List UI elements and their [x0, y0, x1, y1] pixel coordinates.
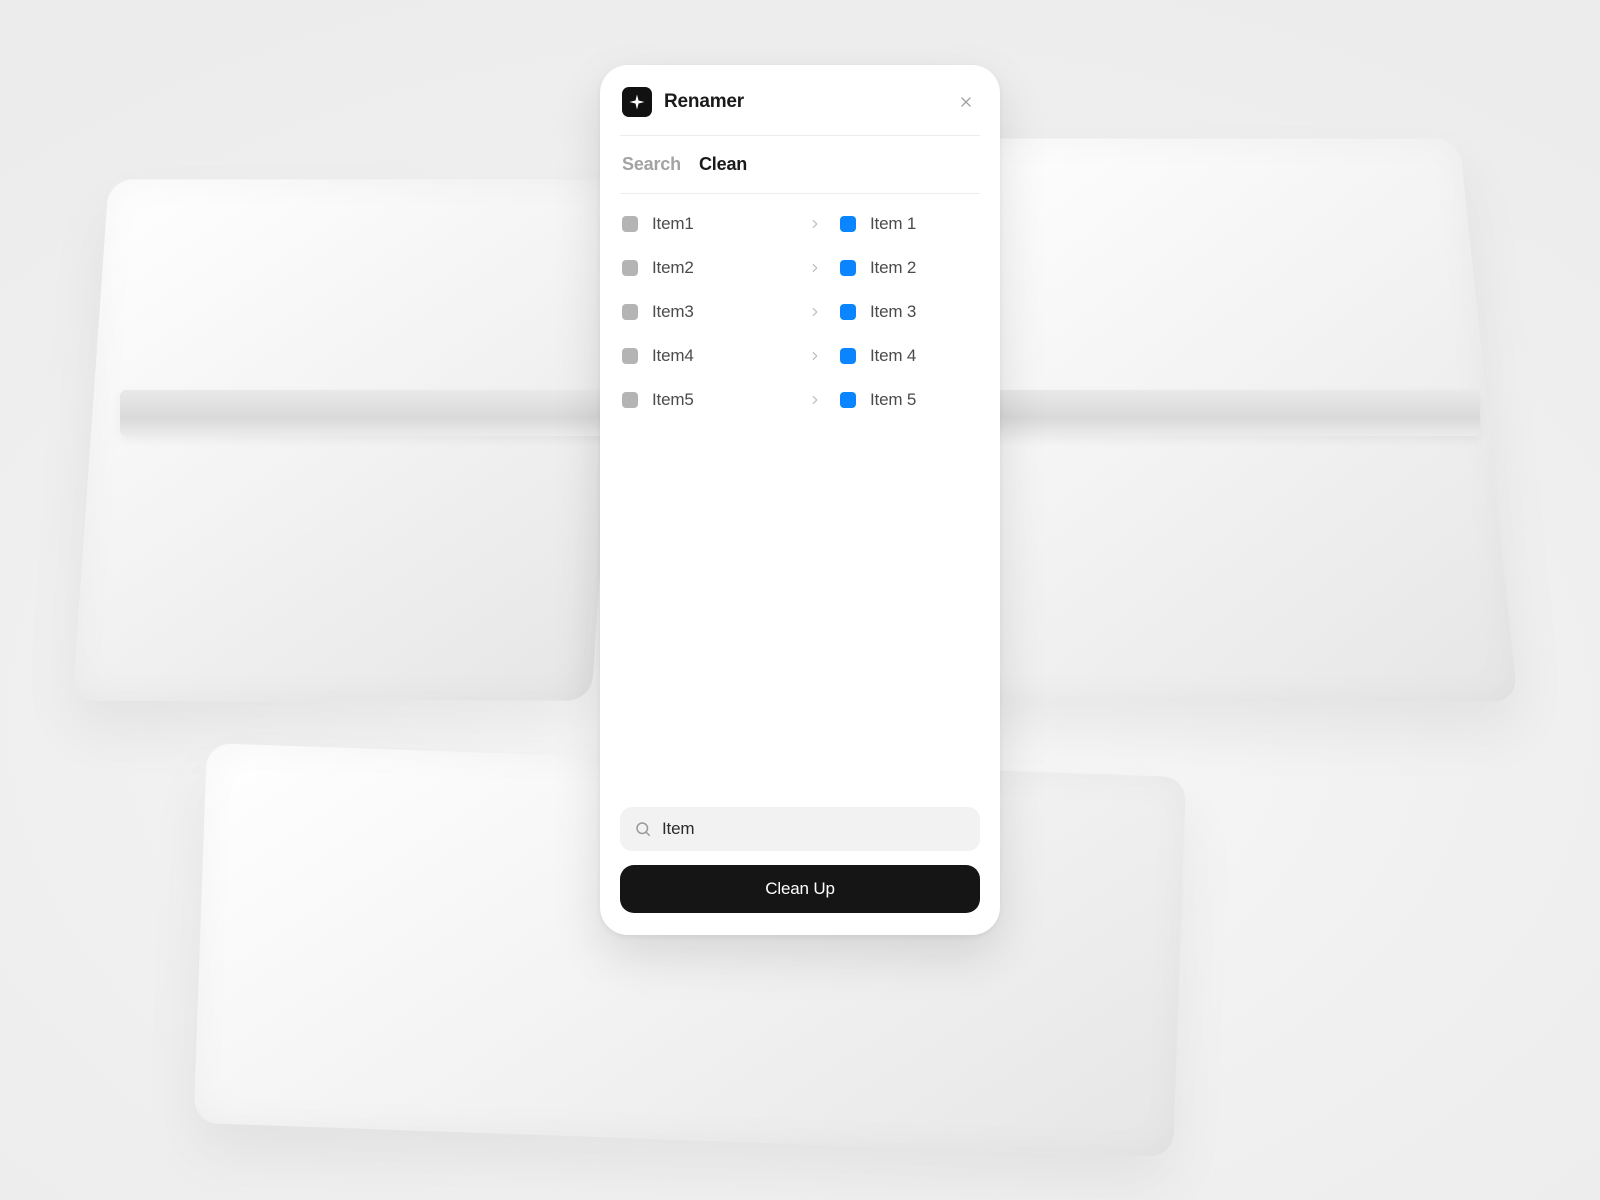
renamed-swatch-icon	[840, 392, 856, 408]
chevron-right-icon	[808, 349, 822, 363]
original-swatch-icon	[622, 260, 638, 276]
original-swatch-icon	[622, 348, 638, 364]
original-swatch-icon	[622, 392, 638, 408]
list-item: Item5 Item 5	[622, 390, 978, 410]
list-item: Item2 Item 2	[622, 258, 978, 278]
chevron-right-icon	[808, 305, 822, 319]
tabs: Search Clean	[620, 136, 980, 194]
renamed-swatch-icon	[840, 260, 856, 276]
renamed-name: Item 3	[870, 302, 978, 322]
app-icon	[622, 87, 652, 117]
renamed-swatch-icon	[840, 216, 856, 232]
panel-header: Renamer	[620, 85, 980, 136]
close-icon	[959, 95, 973, 109]
original-name: Item2	[652, 258, 760, 278]
list-item: Item4 Item 4	[622, 346, 978, 366]
spacer	[620, 410, 980, 797]
tab-search[interactable]: Search	[622, 154, 681, 175]
chevron-right-icon	[808, 217, 822, 231]
panel-title: Renamer	[664, 91, 744, 113]
renamed-name: Item 5	[870, 390, 978, 410]
search-field[interactable]	[620, 807, 980, 851]
search-input[interactable]	[662, 819, 966, 839]
original-name: Item1	[652, 214, 760, 234]
renamer-panel: Renamer Search Clean Item1 Item 1 Item2	[600, 65, 1000, 935]
renamed-swatch-icon	[840, 304, 856, 320]
original-swatch-icon	[622, 216, 638, 232]
rename-list: Item1 Item 1 Item2 Item 2 Item3	[620, 194, 980, 410]
original-name: Item5	[652, 390, 760, 410]
renamed-name: Item 1	[870, 214, 978, 234]
close-button[interactable]	[954, 90, 978, 114]
original-name: Item3	[652, 302, 760, 322]
clean-up-button[interactable]: Clean Up	[620, 865, 980, 913]
renamed-name: Item 4	[870, 346, 978, 366]
chevron-right-icon	[808, 393, 822, 407]
original-name: Item4	[652, 346, 760, 366]
list-item: Item3 Item 3	[622, 302, 978, 322]
list-item: Item1 Item 1	[622, 214, 978, 234]
chevron-right-icon	[808, 261, 822, 275]
renamed-swatch-icon	[840, 348, 856, 364]
sparkle-icon	[628, 93, 646, 111]
bg-shape	[72, 179, 627, 700]
original-swatch-icon	[622, 304, 638, 320]
search-icon	[634, 820, 652, 838]
renamed-name: Item 2	[870, 258, 978, 278]
tab-clean[interactable]: Clean	[699, 154, 747, 175]
